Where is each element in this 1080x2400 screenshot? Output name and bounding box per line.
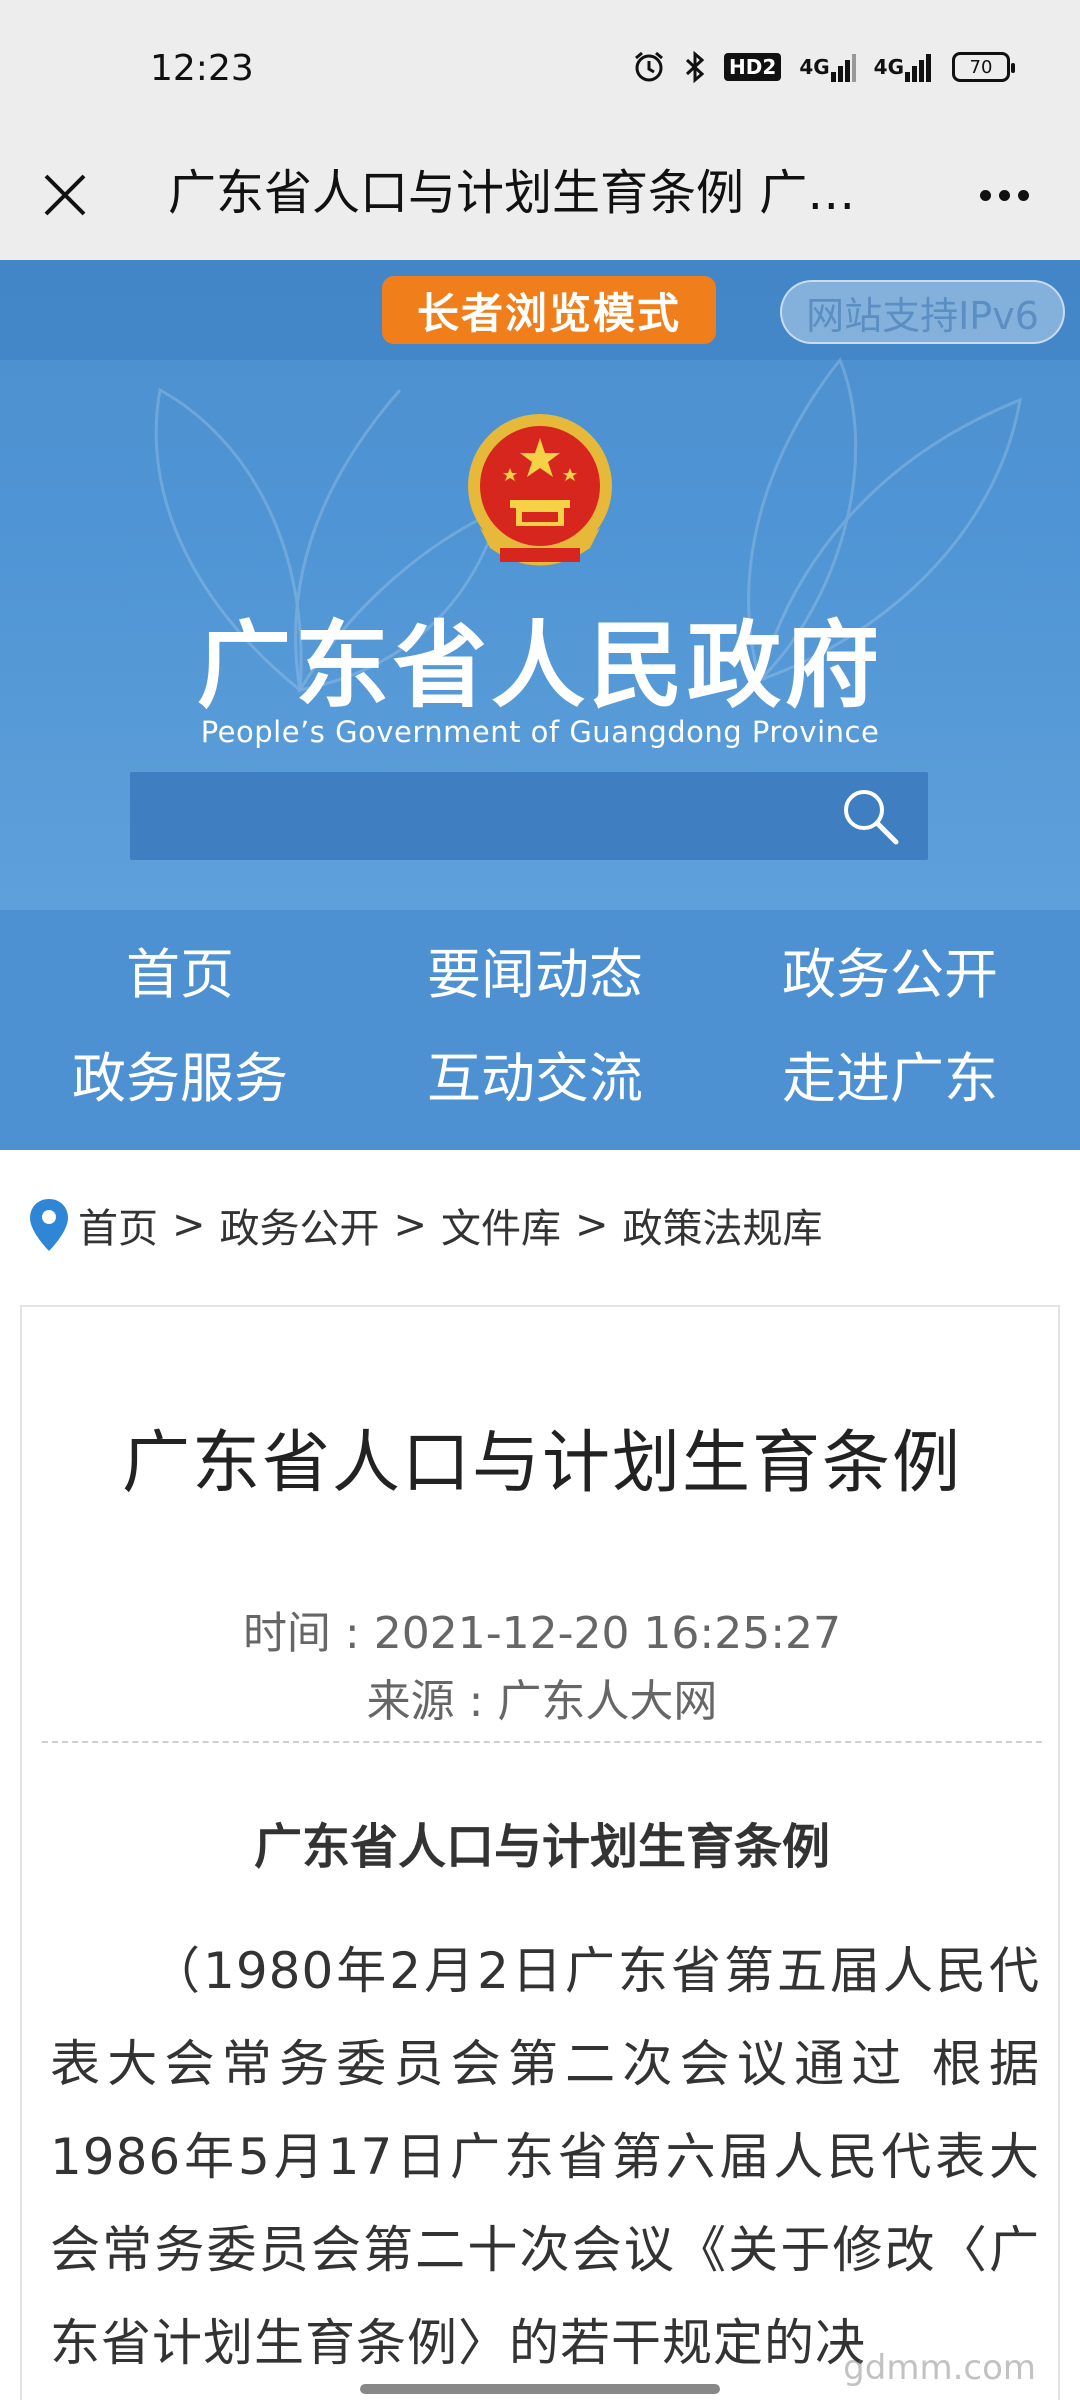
status-icons: HD2 4G 4G 70 (632, 50, 1015, 84)
breadcrumb: 首页 > 政务公开 > 文件库 > 政策法规库 (28, 1195, 823, 1255)
breadcrumb-home[interactable]: 首页 (78, 1196, 158, 1254)
article-time: 时间 : 2021-12-20 16:25:27 (242, 1608, 842, 1659)
alarm-icon (632, 50, 666, 84)
watermark: gdmm.com (843, 2348, 1036, 2388)
battery-icon: 70 (952, 52, 1015, 82)
close-button[interactable] (30, 160, 100, 230)
home-indicator[interactable] (360, 2384, 720, 2394)
hd-icon: HD2 (724, 53, 782, 81)
main-nav: 首页 要闻动态 政务公开 政务服务 互动交流 走进广东 (0, 910, 1080, 1150)
article-title: 广东省人口与计划生育条例 (121, 1424, 962, 1503)
gov-header: 长者浏览模式 网站支持IPv6 广东省人民政府 People’s Governm… (0, 260, 1080, 910)
ipv6-badge: 网站支持IPv6 (780, 280, 1065, 344)
article-body: （1980年2月2日广东省第五届人民代表大会常务委员会第二次会议通过 根据198… (50, 1942, 1040, 2372)
breadcrumb-separator: > (393, 1202, 428, 1248)
close-icon (44, 174, 86, 216)
gov-name: 广东省人民政府 (196, 612, 883, 721)
search-input[interactable] (130, 772, 928, 860)
location-pin-icon (30, 1199, 68, 1251)
nav-item-gov-affairs[interactable]: 政务公开 (710, 940, 1070, 1010)
breadcrumb-policy-library[interactable]: 政策法规库 (623, 1196, 823, 1254)
bluetooth-icon (684, 50, 706, 84)
status-bar: 12:23 HD2 4G 4G 70 (0, 0, 1080, 130)
more-dot-icon (979, 189, 991, 201)
browser-title-bar: 广东省人口与计划生育条例 广… (0, 130, 1080, 260)
more-dot-icon (1017, 189, 1029, 201)
elder-mode-button[interactable]: 长者浏览模式 (382, 276, 716, 344)
nav-item-home[interactable]: 首页 (0, 940, 360, 1010)
more-options-button[interactable] (964, 160, 1044, 230)
article-subtitle: 广东省人口与计划生育条例 (253, 1819, 830, 1875)
page-title: 广东省人口与计划生育条例 广… (168, 165, 856, 221)
nav-item-about-guangdong[interactable]: 走进广东 (710, 1044, 1070, 1114)
article-source: 来源 : 广东人大网 (366, 1676, 718, 1727)
national-emblem-icon (468, 414, 612, 566)
status-time: 12:23 (150, 48, 254, 89)
article-card: 广东省人口与计划生育条例 时间 : 2021-12-20 16:25:27 来源… (20, 1305, 1060, 2400)
breadcrumb-separator: > (575, 1202, 609, 1248)
divider (42, 1741, 1042, 1743)
signal-icon: 4G (799, 52, 856, 82)
more-dot-icon (998, 189, 1010, 201)
nav-item-interaction[interactable]: 互动交流 (355, 1044, 715, 1114)
breadcrumb-file-library[interactable]: 文件库 (441, 1196, 561, 1254)
gov-name-en: People’s Government of Guangdong Provinc… (200, 715, 880, 749)
breadcrumb-gov-affairs[interactable]: 政务公开 (220, 1196, 380, 1254)
search-icon[interactable] (838, 784, 902, 848)
nav-item-news[interactable]: 要闻动态 (355, 940, 715, 1010)
nav-item-services[interactable]: 政务服务 (0, 1044, 360, 1114)
breadcrumb-separator: > (172, 1202, 206, 1248)
signal-icon: 4G (874, 52, 934, 82)
